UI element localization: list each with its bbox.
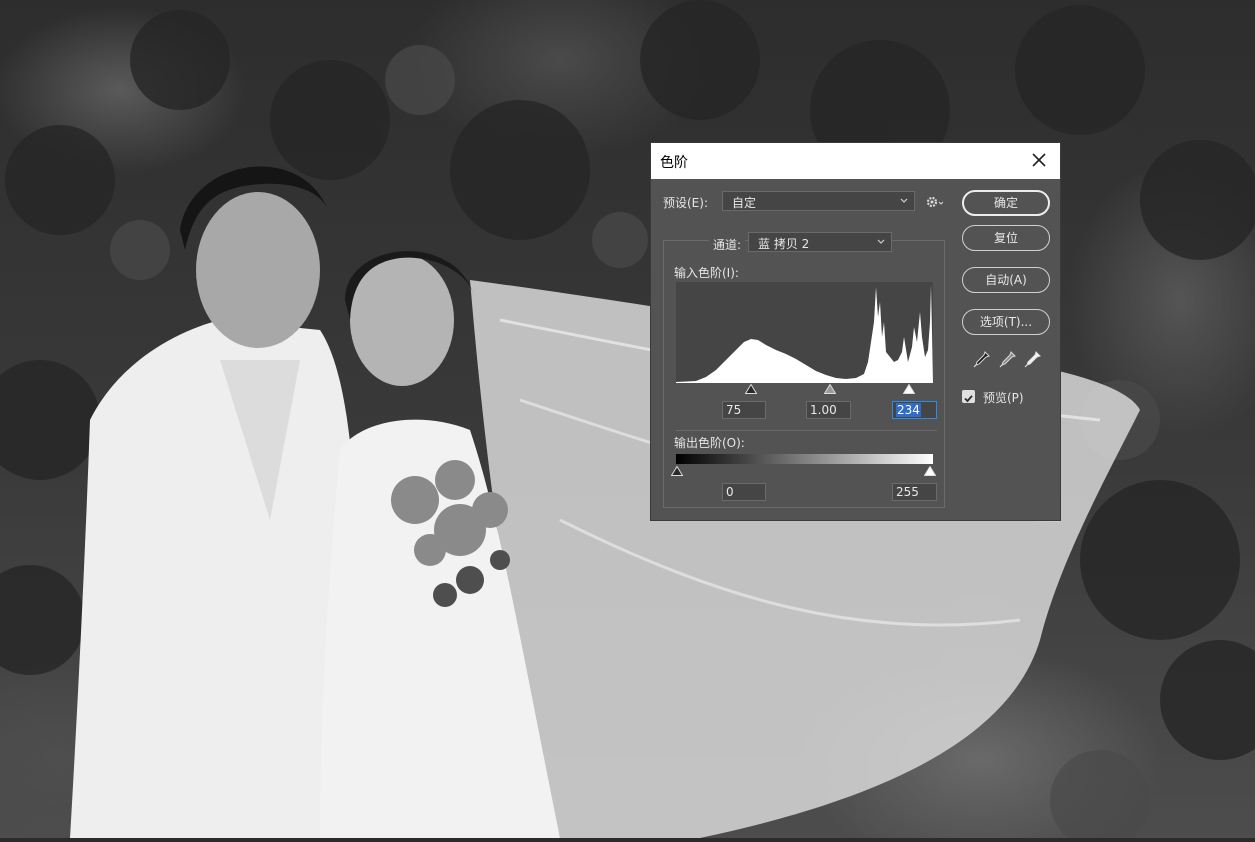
input-black-field[interactable]: 75: [722, 401, 766, 419]
auto-button[interactable]: 自动(A): [962, 267, 1050, 293]
gear-icon[interactable]: [925, 194, 945, 210]
output-white-slider[interactable]: [924, 466, 936, 476]
output-white-field[interactable]: 255: [892, 483, 937, 501]
preset-label: 预设(E):: [663, 196, 708, 210]
output-black-field[interactable]: 0: [722, 483, 766, 501]
checkmark-icon: [964, 395, 973, 403]
input-levels-label: 输入色阶(I):: [674, 266, 739, 280]
output-black-slider[interactable]: [671, 466, 683, 476]
output-levels-label: 输出色阶(O):: [674, 436, 745, 450]
input-gamma-slider[interactable]: [824, 384, 836, 394]
white-point-eyedropper-icon[interactable]: [1024, 350, 1042, 368]
close-icon[interactable]: [1030, 150, 1048, 170]
options-button[interactable]: 选项(T)...: [962, 309, 1050, 335]
canvas-photo[interactable]: [0, 0, 1255, 842]
output-black-value: 0: [726, 485, 734, 499]
input-gamma-field[interactable]: 1.00: [806, 401, 851, 419]
channel-label: 通道:: [709, 236, 746, 253]
dialog-title: 色阶: [660, 155, 688, 171]
dialog-titlebar[interactable]: 色阶: [651, 143, 1060, 179]
input-white-value: 234: [896, 403, 921, 417]
gray-point-eyedropper-icon[interactable]: [999, 350, 1017, 368]
divider: [676, 430, 937, 431]
histogram-graph: [676, 285, 933, 383]
black-point-eyedropper-icon[interactable]: [973, 350, 991, 368]
preview-checkbox[interactable]: [962, 390, 975, 403]
output-white-value: 255: [896, 485, 919, 499]
levels-dialog: 色阶 预设(E): 自定 确定 复位 自动(A) 选项(T)... 预览(P) …: [650, 142, 1061, 521]
input-gamma-value: 1.00: [810, 403, 837, 417]
wedding-photo-image: [0, 0, 1255, 842]
channel-select[interactable]: 蓝 拷贝 2: [748, 232, 892, 252]
input-black-slider[interactable]: [745, 384, 757, 394]
input-white-slider[interactable]: [903, 384, 915, 394]
input-black-value: 75: [726, 403, 742, 417]
ok-button[interactable]: 确定: [962, 190, 1050, 216]
canvas-bottom-edge: [0, 838, 1255, 842]
chevron-down-icon: [900, 198, 908, 203]
input-white-field[interactable]: 234: [892, 401, 937, 419]
channel-value: 蓝 拷贝 2: [758, 237, 810, 251]
chevron-down-icon: [877, 239, 885, 244]
preview-label: 预览(P): [983, 391, 1024, 405]
preset-select[interactable]: 自定: [722, 191, 915, 211]
preset-value: 自定: [732, 196, 757, 210]
output-gradient-bar: [676, 454, 933, 464]
reset-button[interactable]: 复位: [962, 225, 1050, 251]
histogram: [676, 282, 933, 383]
